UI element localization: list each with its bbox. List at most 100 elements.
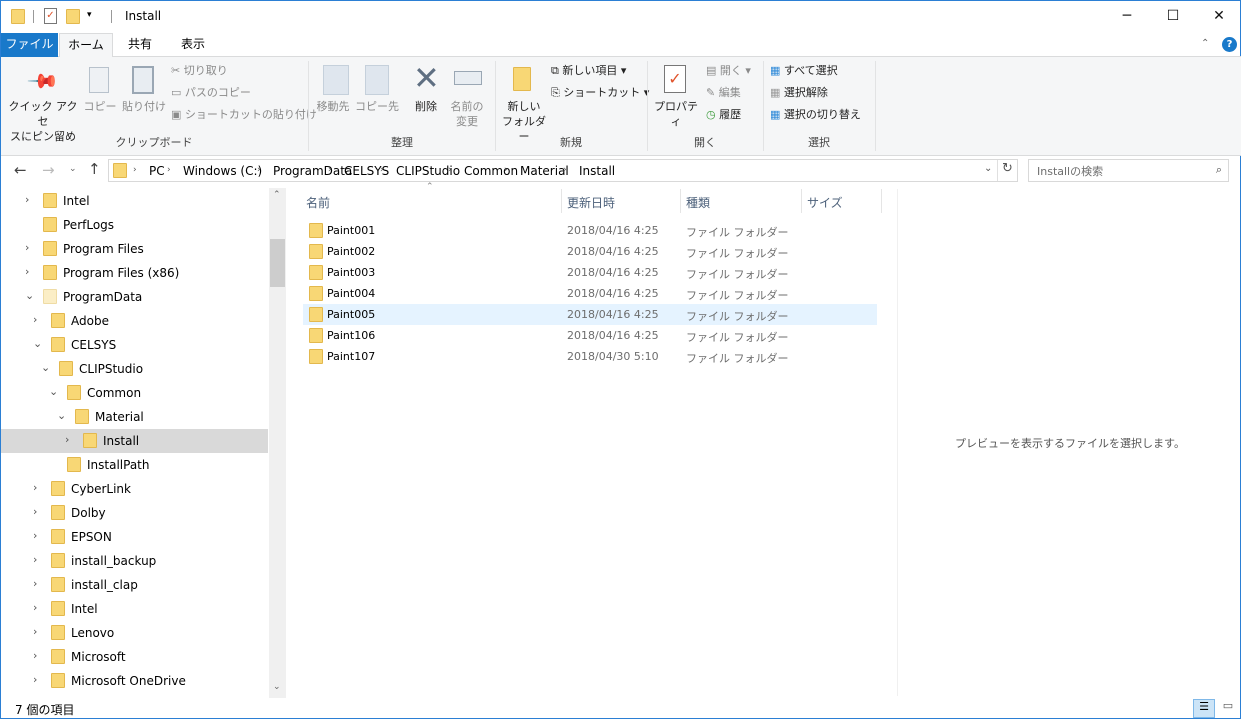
large-icons-view-button[interactable]: ▭ [1218,699,1238,718]
breadcrumb-separator-icon[interactable]: › [167,165,171,175]
up-button[interactable]: ↑ [88,160,101,178]
move-to-button[interactable]: 移動先 [313,99,353,114]
rename-button[interactable]: 名前の 変更 [447,99,487,129]
breadcrumb-separator-icon[interactable]: › [328,165,332,175]
nav-item[interactable]: ⌄ CLIPStudio [1,357,268,381]
properties-button[interactable]: プロパティ [651,99,701,129]
scroll-up-icon[interactable]: ⌃ [273,190,281,200]
breadcrumb-separator-icon[interactable]: › [257,165,261,175]
chevron-down-icon[interactable]: ⌄ [25,289,34,302]
chevron-right-icon[interactable]: › [33,481,37,494]
nav-item[interactable]: InstallPath [1,453,268,477]
column-header-name[interactable]: 名前 [300,189,561,213]
breadcrumb-item[interactable]: Material [520,164,569,178]
chevron-right-icon[interactable]: › [25,265,29,278]
column-header-type[interactable]: 種類 [680,189,801,213]
nav-item[interactable]: PerfLogs [1,213,268,237]
tab-view[interactable]: 表示 [169,33,217,57]
nav-item[interactable]: ⌄ Material [1,405,268,429]
chevron-down-icon[interactable]: ⌄ [57,409,66,422]
chevron-down-icon[interactable]: ⌄ [49,385,58,398]
history-button[interactable]: ◷ 履歴 [706,107,741,122]
nav-item[interactable]: › Microsoft [1,645,268,669]
back-button[interactable]: ← [14,161,27,179]
breadcrumb-separator-icon[interactable]: › [380,165,384,175]
address-bar[interactable]: › PC › Windows (C:) › ProgramData › CELSYS › CLIP… [108,159,1018,182]
breadcrumb-item[interactable]: Install [579,164,615,178]
cut-button[interactable]: ✂ 切り取り [171,63,228,78]
scroll-thumb[interactable] [270,239,285,287]
chevron-right-icon[interactable]: › [33,553,37,566]
nav-item[interactable]: › install_backup [1,549,268,573]
new-item-button[interactable]: ⧉ 新しい項目 ▾ [551,63,626,78]
forward-button[interactable]: → [42,161,55,179]
breadcrumb-separator-icon[interactable]: › [563,165,567,175]
copy-to-button[interactable]: コピー先 [355,99,399,114]
column-header-size[interactable]: サイズ [801,189,881,213]
tab-home[interactable]: ホーム [59,33,113,58]
select-all-button[interactable]: ▦ すべて選択 [770,63,838,78]
column-header-date[interactable]: 更新日時 [561,189,680,213]
chevron-right-icon[interactable]: › [25,193,29,206]
file-row[interactable]: Paint002 2018/04/16 4:25 ファイル フォルダー [303,241,877,262]
chevron-right-icon[interactable]: › [33,649,37,662]
nav-item[interactable]: › install_clap [1,573,268,597]
chevron-right-icon[interactable]: › [65,433,69,446]
chevron-right-icon[interactable]: › [33,601,37,614]
chevron-right-icon[interactable]: › [33,673,37,686]
chevron-right-icon[interactable]: › [33,577,37,590]
nav-item[interactable]: › Lenovo [1,621,268,645]
refresh-icon[interactable]: ↻ [1002,161,1013,176]
nav-item[interactable]: › Intel [1,189,268,213]
divider[interactable] [881,189,882,213]
collapse-ribbon-icon[interactable]: ⌃ [1201,38,1209,49]
chevron-right-icon[interactable]: › [25,241,29,254]
chevron-right-icon[interactable]: › [33,529,37,542]
breadcrumb-separator-icon[interactable]: › [504,165,508,175]
nav-item[interactable]: › Dolby [1,501,268,525]
customize-toolbar-icon[interactable]: ▾ [87,10,92,20]
nav-item[interactable]: › EPSON [1,525,268,549]
new-folder-quick-icon[interactable] [66,9,80,24]
nav-item[interactable]: › Microsoft OneDrive [1,669,268,693]
nav-item[interactable]: › Program Files [1,237,268,261]
file-row[interactable]: Paint004 2018/04/16 4:25 ファイル フォルダー [303,283,877,304]
file-row[interactable]: Paint107 2018/04/30 5:10 ファイル フォルダー [303,346,877,367]
breadcrumb-item[interactable]: Windows (C:) [183,164,262,178]
chevron-right-icon[interactable]: › [33,505,37,518]
tab-file[interactable]: ファイル [1,33,58,57]
properties-quick-icon[interactable]: ✓ [44,8,57,24]
maximize-button[interactable]: ☐ [1150,1,1196,32]
nav-item[interactable]: ⌄ CELSYS [1,333,268,357]
nav-item[interactable]: ⌄ Common [1,381,268,405]
close-button[interactable]: ✕ [1196,1,1241,32]
nav-item[interactable]: › CyberLink [1,477,268,501]
tab-share[interactable]: 共有 [115,33,165,57]
invert-selection-button[interactable]: ▦ 選択の切り替え [770,107,861,122]
paste-button[interactable]: 貼り付け [121,99,167,114]
minimize-button[interactable]: ─ [1104,1,1150,32]
search-input[interactable]: Installの検索 ⌕ [1028,159,1229,182]
nav-item[interactable]: › Program Files (x86) [1,261,268,285]
chevron-down-icon[interactable]: ⌄ [33,337,42,350]
breadcrumb-separator-icon[interactable]: › [448,165,452,175]
breadcrumb-separator-icon[interactable]: › [133,165,137,175]
chevron-down-icon[interactable]: ⌄ [41,361,50,374]
nav-item[interactable]: ⌄ ProgramData [1,285,268,309]
copy-path-button[interactable]: ▭ パスのコピー [171,85,251,100]
chevron-right-icon[interactable]: › [33,625,37,638]
file-row[interactable]: Paint003 2018/04/16 4:25 ファイル フォルダー [303,262,877,283]
scroll-down-icon[interactable]: ⌄ [273,682,281,692]
chevron-right-icon[interactable]: › [33,313,37,326]
help-icon[interactable]: ? [1222,37,1237,52]
nav-item[interactable]: › Adobe [1,309,268,333]
details-view-button[interactable]: ☰ [1193,699,1215,718]
breadcrumb-item[interactable]: Common [464,164,518,178]
address-dropdown-icon[interactable]: ⌄ [984,163,992,174]
nav-item[interactable]: › Intel [1,597,268,621]
shortcut-button[interactable]: ⎘ ショートカット ▾ [551,85,649,100]
file-row[interactable]: Paint005 2018/04/16 4:25 ファイル フォルダー [303,304,877,325]
breadcrumb-item[interactable]: PC [149,164,165,178]
file-row[interactable]: Paint001 2018/04/16 4:25 ファイル フォルダー [303,220,877,241]
breadcrumb-item[interactable]: ProgramData [273,164,352,178]
